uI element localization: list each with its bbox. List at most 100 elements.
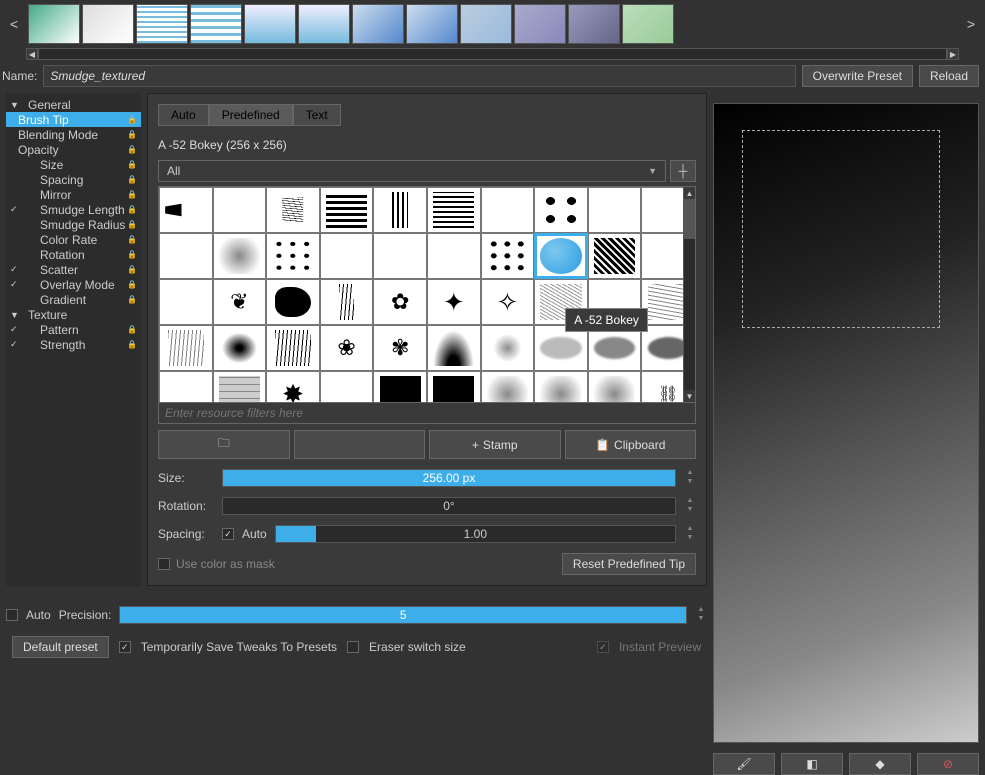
precision-slider[interactable]: 5 [119,606,687,624]
rotation-spinner[interactable]: ▲▼ [684,497,696,515]
brush-tip-cell[interactable] [534,187,588,233]
resource-filter-input[interactable] [158,403,696,424]
preview-clear-button[interactable]: ⊘ [917,753,979,775]
brush-tip-cell[interactable]: ❀ [320,325,374,371]
up-icon[interactable]: ▲ [684,525,696,534]
brush-tip-cell[interactable] [481,233,535,279]
brush-tip-cell[interactable] [320,233,374,279]
brush-tip-cell[interactable] [427,233,481,279]
sidebar-item-rotation[interactable]: Rotation🔒 [6,247,141,262]
sidebar-item-strength[interactable]: ✓Strength🔒 [6,337,141,352]
brush-tip-cell[interactable] [159,279,213,325]
preset-name-input[interactable] [43,65,795,87]
scroll-right-icon[interactable]: ▶ [947,48,959,60]
brush-tip-cell[interactable] [588,233,642,279]
down-icon[interactable]: ▼ [684,478,696,487]
sidebar-item-smudge-radius[interactable]: Smudge Radius🔒 [6,217,141,232]
precision-spinner[interactable]: ▲▼ [695,606,707,624]
preset-thumb[interactable] [406,4,458,44]
preset-next[interactable]: > [961,16,981,32]
clipboard-button[interactable]: 📋 Clipboard [565,430,697,459]
add-tag-button[interactable]: ┼ [670,160,696,182]
preview-gradient-button[interactable]: ◧ [781,753,843,775]
brush-tip-cell[interactable] [266,325,320,371]
down-icon[interactable]: ▼ [684,534,696,543]
brush-tip-cell[interactable] [373,187,427,233]
spacing-auto-checkbox[interactable] [222,528,234,540]
size-slider[interactable]: 256.00 px [222,469,676,487]
brush-tip-cell[interactable]: ✿ [373,279,427,325]
eraser-checkbox[interactable] [347,641,359,653]
sidebar-item-scatter[interactable]: ✓Scatter🔒 [6,262,141,277]
sidebar-section-general[interactable]: ▼General [6,97,141,112]
instant-preview-checkbox[interactable] [597,641,609,653]
brush-tip-cell[interactable] [481,371,535,402]
brush-tip-cell[interactable] [159,187,213,233]
mask-checkbox[interactable] [158,558,170,570]
reset-predefined-button[interactable]: Reset Predefined Tip [562,553,696,575]
preset-thumb[interactable] [244,4,296,44]
brush-tip-cell[interactable] [481,325,535,371]
sidebar-item-gradient[interactable]: Gradient🔒 [6,292,141,307]
scroll-down-icon[interactable]: ▼ [684,390,695,402]
brush-tip-cell[interactable] [320,187,374,233]
brush-tip-cell-selected[interactable] [534,233,588,279]
brush-tip-cell[interactable] [481,187,535,233]
stamp-button[interactable]: + Stamp [429,430,561,459]
overwrite-preset-button[interactable]: Overwrite Preset [802,65,913,87]
brush-tip-cell[interactable]: ✸ [266,371,320,402]
brush-tip-cell[interactable] [213,187,267,233]
tag-filter-combo[interactable]: All ▼ [158,160,666,182]
sidebar-item-overlay[interactable]: ✓Overlay Mode🔒 [6,277,141,292]
brush-tip-cell[interactable] [213,371,267,402]
brush-tip-cell[interactable] [320,279,374,325]
preset-thumb[interactable] [622,4,674,44]
up-icon[interactable]: ▲ [695,606,707,615]
brush-tip-cell[interactable] [427,187,481,233]
up-icon[interactable]: ▲ [684,469,696,478]
brush-tip-cell[interactable] [427,371,481,402]
up-icon[interactable]: ▲ [684,497,696,506]
default-preset-button[interactable]: Default preset [12,636,109,658]
precision-auto-checkbox[interactable] [6,609,18,621]
down-icon[interactable]: ▼ [684,506,696,515]
import-button[interactable]: 🗀 [158,430,290,459]
sidebar-item-smudge-length[interactable]: ✓Smudge Length🔒 [6,202,141,217]
tab-predefined[interactable]: Predefined [209,104,293,126]
brush-tip-cell[interactable] [266,233,320,279]
brush-tip-cell[interactable] [373,371,427,402]
sidebar-item-size[interactable]: Size🔒 [6,157,141,172]
preset-scrollbar[interactable]: ◀ ▶ [26,48,959,60]
brush-tip-cell[interactable] [159,233,213,279]
preset-thumb[interactable] [460,4,512,44]
preview-fill-button[interactable]: ◆ [849,753,911,775]
brush-tip-cell[interactable] [159,371,213,402]
brush-tip-cell[interactable] [159,325,213,371]
preset-thumb[interactable] [136,4,188,44]
preset-thumb[interactable] [352,4,404,44]
sidebar-item-opacity[interactable]: Opacity🔒 [6,142,141,157]
preset-prev[interactable]: < [4,16,24,32]
brush-tip-cell[interactable] [534,371,588,402]
brush-tip-cell[interactable]: ❦ [213,279,267,325]
scroll-track[interactable] [38,48,947,60]
spacing-slider[interactable]: 1.00 [275,525,676,543]
preset-thumb[interactable] [298,4,350,44]
preview-brush-button[interactable]: 🖌 [713,753,775,775]
preset-thumb[interactable] [82,4,134,44]
sidebar-item-mirror[interactable]: Mirror🔒 [6,187,141,202]
preset-thumb[interactable] [568,4,620,44]
sidebar-item-brush-tip[interactable]: Brush Tip🔒 [6,112,141,127]
sidebar-item-blending[interactable]: Blending Mode🔒 [6,127,141,142]
brush-tip-cell[interactable] [427,325,481,371]
down-icon[interactable]: ▼ [695,615,707,624]
grid-scrollbar[interactable]: ▲ ▼ [683,187,695,402]
brush-tip-cell[interactable]: ✧ [481,279,535,325]
rotation-slider[interactable]: 0° [222,497,676,515]
scroll-up-icon[interactable]: ▲ [684,187,695,199]
spacing-spinner[interactable]: ▲▼ [684,525,696,543]
brush-tip-cell[interactable]: ✾ [373,325,427,371]
brush-tip-cell[interactable]: ✦ [427,279,481,325]
scroll-left-icon[interactable]: ◀ [26,48,38,60]
tweaks-checkbox[interactable] [119,641,131,653]
